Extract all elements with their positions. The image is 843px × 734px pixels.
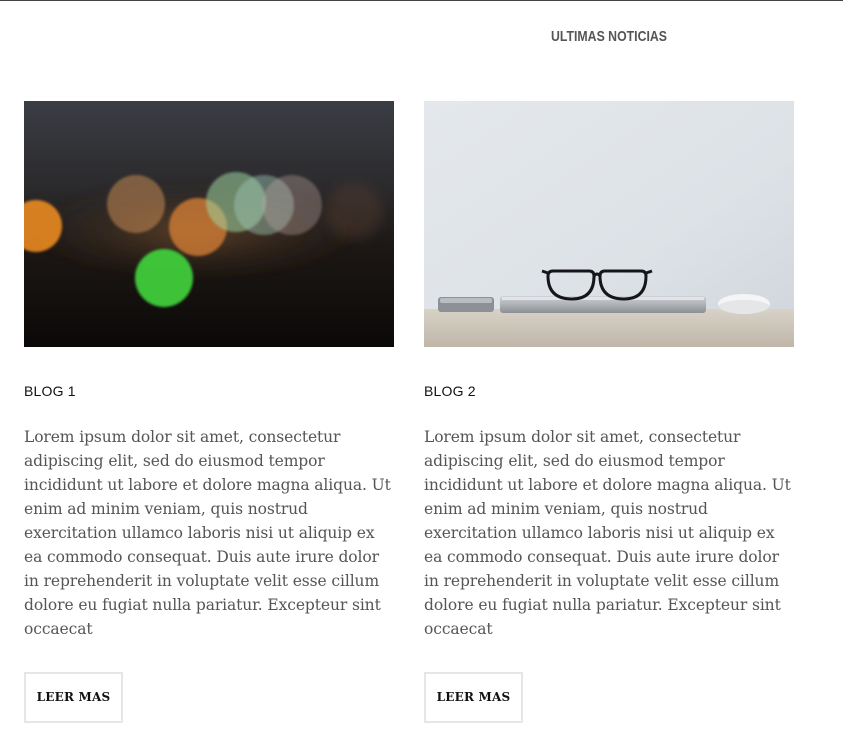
- blog-1-read-more-button[interactable]: LEER MAS: [24, 672, 123, 723]
- blog-2-excerpt: Lorem ipsum dolor sit amet, consectetur …: [424, 428, 791, 638]
- section-title: ULTIMAS NOTICIAS: [551, 28, 667, 45]
- blog-card-2: BLOG 2 Lorem ipsum dolor sit amet, conse…: [424, 101, 794, 723]
- blog-2-read-more-button[interactable]: LEER MAS: [424, 672, 523, 723]
- top-divider: [0, 0, 843, 1]
- blog-1-title[interactable]: BLOG 1: [24, 382, 394, 400]
- blog-2-title[interactable]: BLOG 2: [424, 382, 794, 400]
- blog-1-excerpt: Lorem ipsum dolor sit amet, consectetur …: [24, 428, 391, 638]
- blog-1-image[interactable]: [24, 101, 394, 347]
- blog-card-1: BLOG 1 Lorem ipsum dolor sit amet, conse…: [24, 101, 394, 723]
- blog-2-image[interactable]: [424, 101, 794, 347]
